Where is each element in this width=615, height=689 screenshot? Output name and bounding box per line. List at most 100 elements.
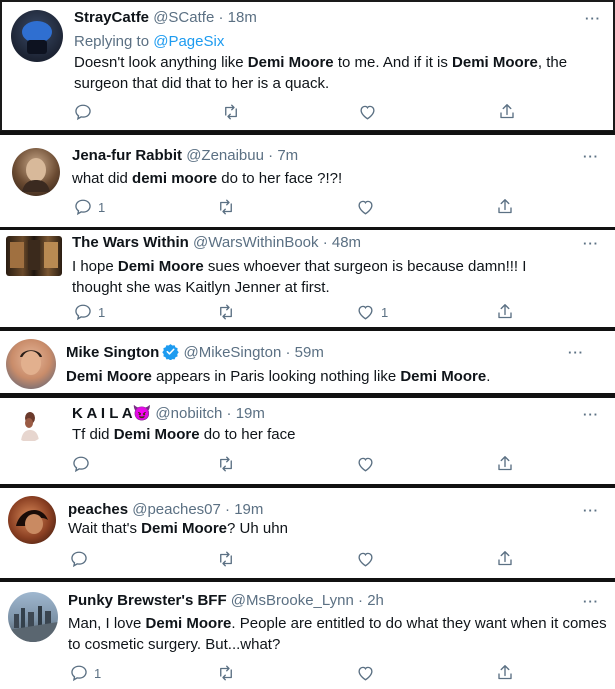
share-button[interactable] xyxy=(496,197,514,216)
like-button[interactable]: 1 xyxy=(356,303,388,321)
tweet-card[interactable]: Mike Sington @MikeSington · 59m ··· Demi… xyxy=(0,331,615,393)
share-icon xyxy=(498,199,512,214)
more-icon: ··· xyxy=(583,149,599,164)
display-name[interactable]: K A I L A xyxy=(72,405,133,422)
like-icon xyxy=(358,200,373,215)
tweet-text-segment: appears in Paris looking nothing like xyxy=(151,368,401,385)
like-count: 1 xyxy=(381,304,389,320)
retweet-button[interactable] xyxy=(216,550,242,568)
avatar[interactable] xyxy=(8,592,58,642)
tweet-text-segment: do to her face xyxy=(199,426,296,443)
avatar[interactable] xyxy=(12,148,60,196)
more-options-button[interactable]: ··· xyxy=(585,11,601,26)
like-button[interactable] xyxy=(356,664,381,682)
devil-emoji: 😈 xyxy=(132,405,152,422)
like-button[interactable] xyxy=(356,198,381,216)
share-button[interactable] xyxy=(496,302,514,321)
reply-icon xyxy=(75,304,91,321)
share-icon xyxy=(498,551,512,566)
retweet-icon xyxy=(220,199,232,215)
retweet-button[interactable] xyxy=(221,103,247,121)
user-handle[interactable]: @peaches07 xyxy=(132,501,221,518)
more-options-button[interactable]: ··· xyxy=(583,594,599,609)
more-icon: ··· xyxy=(568,345,584,360)
separator-dot: · xyxy=(218,9,224,26)
highlighted-term: Demi Moore xyxy=(141,520,228,537)
more-options-button[interactable]: ··· xyxy=(583,149,599,164)
tweet-header: peaches @peaches07 · 19m xyxy=(68,501,263,519)
more-options-button[interactable]: ··· xyxy=(583,236,599,251)
tweet-header: Mike Sington @MikeSington · 59m xyxy=(66,343,324,365)
tweet-card[interactable]: peaches @peaches07 · 19m ··· Wait that's… xyxy=(0,488,615,578)
more-icon: ··· xyxy=(583,236,599,251)
retweet-button[interactable] xyxy=(216,664,242,682)
retweet-button[interactable] xyxy=(216,303,242,321)
avatar[interactable] xyxy=(11,10,63,62)
reply-icon xyxy=(71,551,87,568)
tweet-text-segment: what did xyxy=(72,170,133,187)
retweet-button[interactable] xyxy=(216,455,242,473)
like-button[interactable] xyxy=(356,550,381,568)
reply-button[interactable]: 1 xyxy=(70,664,101,682)
reply-button[interactable]: 1 xyxy=(74,198,105,216)
more-options-button[interactable]: ··· xyxy=(583,503,599,518)
tweet-card[interactable]: The Wars Within @WarsWithinBook · 48m ··… xyxy=(0,230,615,327)
retweet-icon xyxy=(220,665,232,681)
tweet-text-segment: Wait that's xyxy=(68,520,142,537)
reply-button[interactable] xyxy=(72,455,96,473)
tweet-text-segment: Doesn't look anything like xyxy=(74,54,248,71)
avatar[interactable] xyxy=(8,496,56,544)
separator-dot: · xyxy=(225,501,231,518)
display-name[interactable]: Mike Sington xyxy=(66,344,159,361)
user-handle[interactable]: @Zenaibuu xyxy=(186,147,264,164)
timestamp[interactable]: 48m xyxy=(332,234,361,251)
reply-button[interactable] xyxy=(70,550,94,568)
avatar[interactable] xyxy=(6,339,56,389)
highlighted-term: Demi Moore xyxy=(113,426,200,443)
timestamp[interactable]: 19m xyxy=(236,405,265,422)
avatar[interactable] xyxy=(6,236,62,276)
highlighted-term: Demi Moore xyxy=(66,368,152,385)
user-handle[interactable]: @MsBrooke_Lynn xyxy=(231,592,354,609)
display-name[interactable]: StrayCatfe xyxy=(74,9,149,26)
share-button[interactable] xyxy=(496,663,514,682)
tweet-header: Jena-fur Rabbit @Zenaibuu · 7m xyxy=(72,147,298,165)
reply-button[interactable] xyxy=(74,103,98,121)
retweet-button[interactable] xyxy=(216,198,242,216)
retweet-icon xyxy=(225,104,237,120)
share-button[interactable] xyxy=(496,549,514,568)
timestamp[interactable]: 18m xyxy=(228,9,257,26)
user-handle[interactable]: @nobiitch xyxy=(155,405,222,422)
timestamp[interactable]: 7m xyxy=(277,147,298,164)
retweet-icon xyxy=(220,456,232,472)
tweet-card[interactable]: K A I L A😈 @nobiitch · 19m ··· Tf did De… xyxy=(0,398,615,484)
reply-button[interactable]: 1 xyxy=(74,303,105,321)
more-options-button[interactable]: ··· xyxy=(568,345,584,360)
tweet-text-segment: I hope xyxy=(72,258,118,275)
like-icon xyxy=(358,305,373,320)
reply-count: 1 xyxy=(94,665,102,681)
highlighted-term: Demi Moore xyxy=(247,54,334,71)
display-name[interactable]: Punky Brewster's BFF xyxy=(68,592,227,609)
more-options-button[interactable]: ··· xyxy=(583,407,599,422)
tweet-card[interactable]: Jena-fur Rabbit @Zenaibuu · 7m ··· what … xyxy=(0,135,615,227)
user-handle[interactable]: @SCatfe xyxy=(153,9,214,26)
tweet-card[interactable]: StrayCatfe @SCatfe · 18m ··· Replying to… xyxy=(0,0,615,132)
reply-mention-link[interactable]: @PageSix xyxy=(153,33,224,50)
like-button[interactable] xyxy=(356,455,381,473)
tweet-card[interactable]: Punky Brewster's BFF @MsBrooke_Lynn · 2h… xyxy=(0,582,615,689)
timestamp[interactable]: 19m xyxy=(234,501,263,518)
share-button[interactable] xyxy=(496,454,514,473)
timestamp[interactable]: 59m xyxy=(295,344,324,361)
timestamp[interactable]: 2h xyxy=(367,592,384,609)
user-handle[interactable]: @WarsWithinBook xyxy=(193,234,319,251)
user-handle[interactable]: @MikeSington xyxy=(184,344,282,361)
display-name[interactable]: The Wars Within xyxy=(72,234,189,251)
display-name[interactable]: Jena-fur Rabbit xyxy=(72,147,182,164)
display-name[interactable]: peaches xyxy=(68,501,128,518)
share-button[interactable] xyxy=(498,102,516,121)
tweet-text: Man, I love Demi Moore. People are entit… xyxy=(68,613,608,655)
like-button[interactable] xyxy=(358,103,383,121)
tweet-text: Demi Moore appears in Paris looking noth… xyxy=(66,366,606,387)
avatar[interactable] xyxy=(12,408,46,442)
